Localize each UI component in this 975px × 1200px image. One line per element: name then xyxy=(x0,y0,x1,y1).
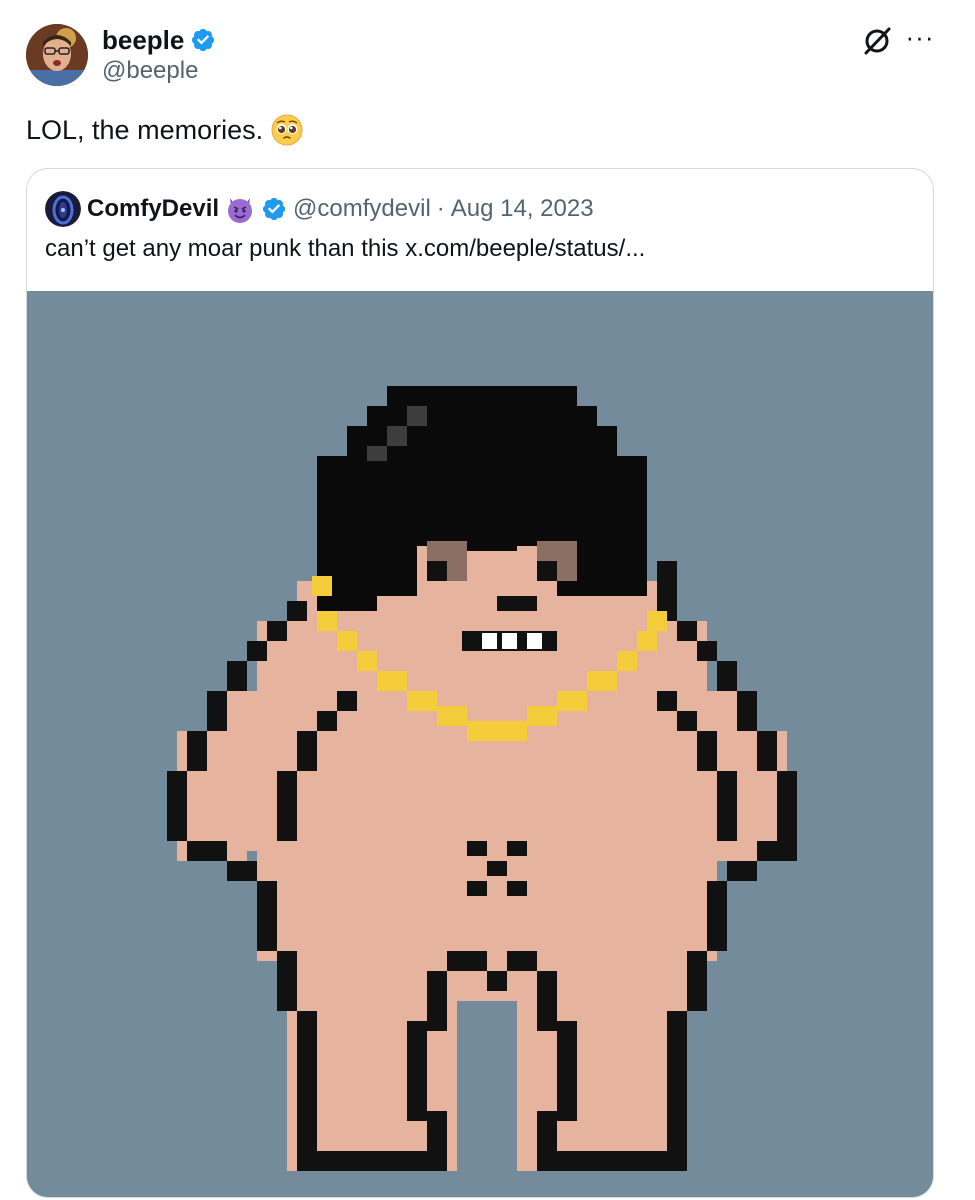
meta-separator: · xyxy=(436,195,445,222)
tweet-text-content: LOL, the memories. xyxy=(26,115,264,145)
author-handle[interactable]: @beeple xyxy=(102,56,198,86)
pixel-punk-character-icon xyxy=(27,291,933,1197)
quoted-author-avatar[interactable] xyxy=(45,191,81,227)
pleading-face-emoji-icon xyxy=(271,114,303,146)
quoted-tweet-date[interactable]: Aug 14, 2023 xyxy=(451,194,594,224)
author-name[interactable]: beeple xyxy=(102,24,216,56)
author-avatar[interactable] xyxy=(26,24,88,86)
quoted-author-name[interactable]: ComfyDevil xyxy=(87,194,219,224)
quoted-tweet-header: ComfyDevil @comfydevil · Aug 14, 2023 xyxy=(45,191,594,227)
quoted-tweet-text: can’t get any moar punk than this x.com/… xyxy=(45,235,646,262)
punk-mouth xyxy=(462,631,557,651)
more-options-icon[interactable]: ··· xyxy=(904,24,936,56)
verified-badge-icon xyxy=(192,28,215,52)
tweet-text: LOL, the memories. xyxy=(26,112,303,148)
quoted-author-handle[interactable]: @comfydevil xyxy=(293,194,431,224)
avatar-photo-icon xyxy=(26,24,88,86)
author-name-text[interactable]: beeple xyxy=(102,24,184,56)
smiling-devil-emoji-icon xyxy=(228,198,253,223)
quoted-tweet-image[interactable] xyxy=(27,291,933,1197)
comfydevil-avatar-icon xyxy=(45,191,81,227)
grok-icon[interactable] xyxy=(862,26,892,56)
verified-badge-icon xyxy=(262,197,286,221)
quoted-tweet-card[interactable]: ComfyDevil @comfydevil · Aug 14, 2023 ca… xyxy=(26,168,934,1198)
punk-nose xyxy=(497,596,537,611)
